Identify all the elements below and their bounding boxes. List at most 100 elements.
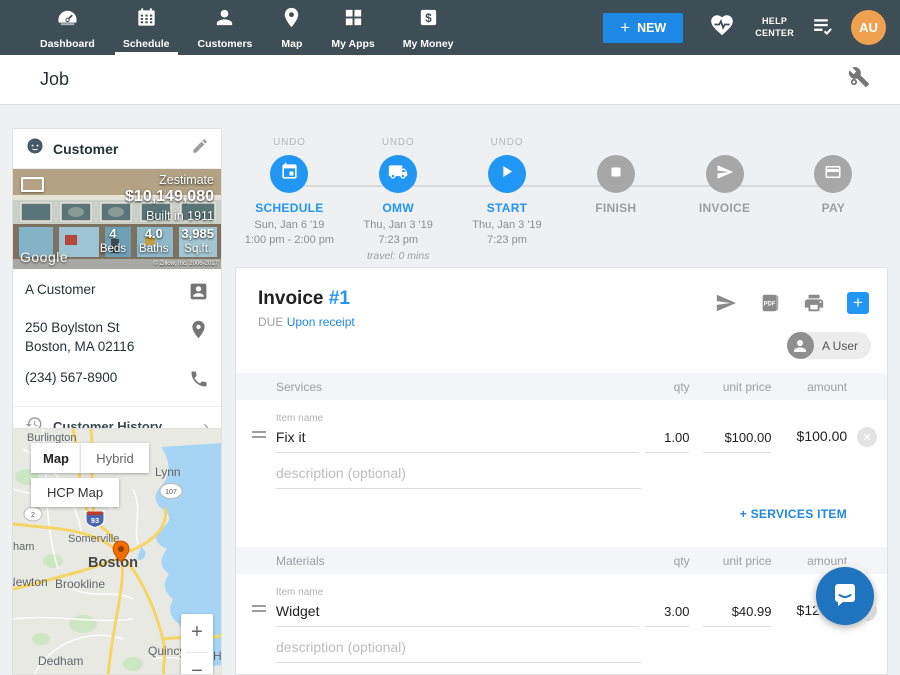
add-service-row: + SERVICES ITEM: [236, 489, 887, 537]
user-avatar[interactable]: AU: [851, 10, 886, 45]
nav-item-my-money[interactable]: $ My Money: [389, 0, 468, 55]
street-view-icon[interactable]: [21, 177, 44, 192]
new-button[interactable]: + NEW: [603, 13, 683, 43]
undo-link[interactable]: UNDO: [453, 137, 562, 150]
svg-text:Newton: Newton: [13, 575, 48, 589]
phone-icon[interactable]: [189, 369, 209, 394]
nav-item-schedule[interactable]: Schedule: [109, 0, 184, 55]
nav-right: + NEW HELP CENTER AU: [603, 0, 900, 55]
workflow-step-pay: PAY: [779, 137, 888, 262]
material-item-name-input[interactable]: [276, 601, 640, 627]
service-qty-input[interactable]: [645, 428, 689, 453]
item-name-label: Item name: [276, 413, 640, 424]
calendar-event-icon: [280, 162, 299, 186]
invoice-card: Invoice #1 DUE Upon receipt PDF + A User: [235, 267, 888, 675]
service-unit-price-input[interactable]: [703, 428, 771, 453]
drag-handle-icon[interactable]: [252, 428, 276, 453]
unit-price-column-header: unit price: [690, 554, 772, 568]
nav-item-dashboard[interactable]: Dashboard: [26, 0, 109, 55]
job-tools-icon[interactable]: [848, 66, 870, 93]
travel-note: travel: 0 mins: [344, 250, 453, 262]
chat-launcher-button[interactable]: [816, 567, 874, 625]
contact-card-icon[interactable]: [188, 281, 209, 307]
map-type-button-hybrid[interactable]: Hybrid: [81, 443, 149, 473]
customer-details: A Customer 250 Boylston St Boston, MA 02…: [13, 269, 221, 394]
zoom-in-button[interactable]: +: [181, 614, 213, 652]
activity-feed-icon[interactable]: [810, 13, 835, 43]
qty-column-header: qty: [640, 554, 690, 568]
material-description-input[interactable]: [276, 637, 641, 663]
omw-step-button[interactable]: [379, 155, 417, 193]
service-description-row: [236, 453, 887, 489]
svg-text:Hi: Hi: [213, 649, 222, 663]
help-line2: CENTER: [755, 28, 794, 39]
material-unit-price-input[interactable]: [703, 602, 771, 627]
nav-item-my-apps[interactable]: My Apps: [317, 0, 388, 55]
location-pin-icon[interactable]: [188, 319, 209, 345]
send-icon: [716, 163, 734, 186]
workflow-step-finish: FINISH: [561, 137, 670, 262]
remove-item-icon[interactable]: ✕: [857, 427, 877, 447]
dashboard-icon: [56, 6, 79, 34]
add-services-item-link[interactable]: + SERVICES ITEM: [740, 507, 847, 521]
workflow-step-omw: UNDO OMW Thu, Jan 3 '197:23 pm travel: 0…: [344, 137, 453, 262]
add-invoice-button[interactable]: +: [847, 292, 869, 314]
help-line1: HELP: [755, 16, 794, 27]
zestimate-value: $10,149,080: [125, 188, 214, 206]
customer-face-icon: [25, 136, 45, 161]
finish-step-button[interactable]: [597, 155, 635, 193]
nav-item-map[interactable]: Map: [266, 0, 317, 55]
help-center-link[interactable]: HELP CENTER: [755, 16, 794, 39]
start-step-button[interactable]: [488, 155, 526, 193]
svg-text:93: 93: [91, 516, 99, 525]
property-photo: Zestimate $10,149,080 Built in 1911 4 Be…: [13, 169, 221, 269]
material-qty-input[interactable]: [645, 602, 689, 627]
nav-label: Schedule: [123, 38, 170, 50]
hcp-map-button[interactable]: HCP Map: [31, 478, 119, 507]
workflow-step-start: UNDO START Thu, Jan 3 '197:23 pm: [453, 137, 562, 262]
stat-sqft: 3,985 Sq.ft.: [181, 226, 214, 255]
service-item-row: Item name $100.00 ✕: [236, 400, 887, 453]
schedule-step-button[interactable]: [270, 155, 308, 193]
pay-step-button[interactable]: [814, 155, 852, 193]
service-item-name-input[interactable]: [276, 427, 640, 453]
send-invoice-icon[interactable]: [715, 292, 737, 314]
calendar-icon: [135, 6, 158, 34]
section-name: Services: [276, 380, 640, 394]
undo-link[interactable]: UNDO: [344, 137, 453, 150]
plus-icon: +: [620, 18, 630, 38]
svg-text:2: 2: [31, 512, 35, 519]
drag-handle-icon[interactable]: [252, 602, 276, 627]
svg-text:Brookline: Brookline: [55, 577, 105, 591]
heart-pulse-icon[interactable]: [709, 12, 735, 43]
amount-column-header: amount: [771, 380, 847, 394]
unit-price-column-header: unit price: [690, 380, 772, 394]
workflow-step-invoice: INVOICE: [670, 137, 779, 262]
customer-phone: (234) 567-8900: [25, 369, 117, 388]
invoice-header: Invoice #1 DUE Upon receipt PDF + A User: [236, 268, 887, 373]
invoice-step-button[interactable]: [706, 155, 744, 193]
map-type-button-map[interactable]: Map: [31, 443, 81, 473]
svg-text:PDF: PDF: [764, 301, 776, 307]
invoice-number[interactable]: #1: [329, 288, 350, 309]
customer-card: Customer: [12, 128, 222, 448]
undo-link[interactable]: UNDO: [235, 137, 344, 150]
map-widget[interactable]: 107 2 93 Burlington Lynn ham Somerville …: [12, 428, 222, 675]
svg-text:Somerville: Somerville: [68, 533, 119, 545]
customer-name-row: A Customer: [25, 281, 209, 307]
nav-label: Dashboard: [40, 38, 95, 50]
zoom-out-button[interactable]: −: [181, 653, 213, 675]
assigned-user-pill[interactable]: A User: [787, 332, 871, 359]
svg-text:Quincy: Quincy: [148, 644, 185, 658]
nav-item-customers[interactable]: Customers: [184, 0, 267, 55]
print-icon[interactable]: [803, 292, 825, 314]
edit-pencil-icon[interactable]: [191, 137, 209, 160]
services-section-header: Services qty unit price amount: [236, 373, 887, 400]
service-description-input[interactable]: [276, 463, 641, 489]
svg-text:107: 107: [165, 489, 177, 496]
pdf-icon[interactable]: PDF: [759, 292, 781, 314]
nav-items: Dashboard Schedule Customers Map My Apps: [0, 0, 468, 55]
credit-card-icon: [824, 163, 842, 186]
money-icon: $: [417, 6, 440, 34]
due-value-link[interactable]: Upon receipt: [287, 315, 355, 329]
